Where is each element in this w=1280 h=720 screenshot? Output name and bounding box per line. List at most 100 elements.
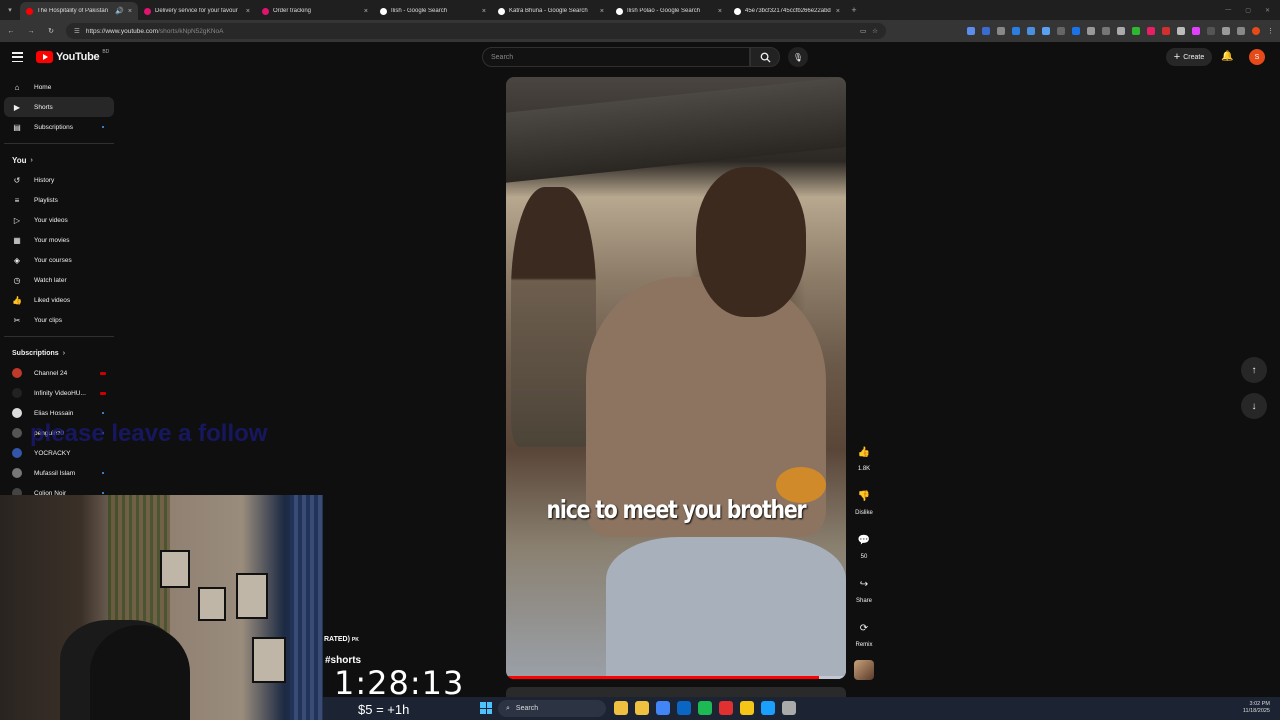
extension-icon[interactable] xyxy=(1207,27,1215,35)
sidebar-item-label: Infinity VideoHU... xyxy=(34,389,86,397)
create-button[interactable]: + Create xyxy=(1166,48,1212,66)
sidebar-item-home[interactable]: ⌂ Home xyxy=(4,77,114,97)
close-window-icon[interactable]: ✕ xyxy=(1265,7,1270,14)
sidebar-item-subscriptions[interactable]: ▤ Subscriptions xyxy=(4,117,114,137)
site-info-icon[interactable]: ☰ xyxy=(74,27,80,35)
shorts-video-player[interactable]: nice to meet you brother xyxy=(506,77,846,679)
extensions-puzzle-icon[interactable] xyxy=(1222,27,1230,35)
taskbar-clock[interactable]: 3:02 PM 11/18/2025 xyxy=(1243,701,1270,715)
remix-button[interactable]: ⟳ Remix xyxy=(851,616,877,660)
side-panel-icon[interactable] xyxy=(1237,27,1245,35)
taskbar-app-icon[interactable] xyxy=(782,701,796,715)
browser-tab[interactable]: The Hospitality of Pakistan 🔊 × xyxy=(20,2,138,20)
sidebar-section-subscriptions[interactable]: Subscriptions › xyxy=(4,343,114,363)
mute-tab-icon[interactable]: 🔊 xyxy=(115,7,124,15)
taskbar-app-icon[interactable] xyxy=(677,701,691,715)
taskbar-search[interactable]: ⌕ Search xyxy=(498,700,606,717)
sidebar-item-playlists[interactable]: ≡ Playlists xyxy=(4,190,114,210)
close-tab-icon[interactable]: × xyxy=(364,8,368,15)
close-tab-icon[interactable]: × xyxy=(128,8,132,15)
video-progress-bar[interactable] xyxy=(506,676,846,679)
sidebar-item-your-movies[interactable]: ▦ Your movies xyxy=(4,230,114,250)
browser-tab[interactable]: 45e73bcf321745ccfb266e22abd × xyxy=(728,2,846,20)
streamer-webcam xyxy=(0,495,323,720)
like-button[interactable]: 👍 1.8K xyxy=(851,440,877,484)
extension-icon[interactable] xyxy=(1042,27,1050,35)
notifications-bell-icon[interactable]: 🔔 xyxy=(1221,51,1233,62)
reload-icon[interactable]: ↻ xyxy=(46,27,56,35)
extension-icon[interactable] xyxy=(1057,27,1065,35)
search-button[interactable] xyxy=(750,47,780,67)
sidebar-item-your-videos[interactable]: ▷ Your videos xyxy=(4,210,114,230)
share-button[interactable]: ↪ Share xyxy=(851,572,877,616)
back-icon[interactable]: ← xyxy=(6,28,16,35)
comments-button[interactable]: 💬 50 xyxy=(851,528,877,572)
next-short-preview[interactable] xyxy=(506,687,846,697)
sound-thumbnail[interactable] xyxy=(854,660,874,680)
channel-avatar xyxy=(12,388,22,398)
browser-tab[interactable]: Delivery service for your favour × xyxy=(138,2,256,20)
bookmark-star-icon[interactable]: ☆ xyxy=(872,27,878,35)
sidebar-item-liked-videos[interactable]: 👍 Liked videos xyxy=(4,290,114,310)
voice-search-button[interactable]: 🎙 xyxy=(788,47,808,67)
tab-search-icon[interactable]: ▾ xyxy=(0,0,20,20)
search-input[interactable]: Search xyxy=(482,47,750,67)
browser-tab[interactable]: Ilish Polao - Google Search × xyxy=(610,2,728,20)
close-tab-icon[interactable]: × xyxy=(836,8,840,15)
browser-menu-icon[interactable]: ⋮ xyxy=(1267,27,1274,35)
maximize-icon[interactable]: ▢ xyxy=(1245,7,1251,14)
browser-tab[interactable]: Katra Bhuna - Google Search × xyxy=(492,2,610,20)
sidebar-item-channel-24[interactable]: Channel 24 xyxy=(4,363,114,383)
taskbar-app-icon[interactable] xyxy=(761,701,775,715)
sidebar-item-infinity-videohu[interactable]: Infinity VideoHU... xyxy=(4,383,114,403)
taskbar-app-icon[interactable] xyxy=(656,701,670,715)
previous-short-button[interactable]: ↑ xyxy=(1241,357,1267,383)
profile-icon[interactable] xyxy=(1252,27,1260,35)
taskbar-app-icon[interactable] xyxy=(719,701,733,715)
extension-icon[interactable] xyxy=(967,27,975,35)
url-bar[interactable]: ☰ https://www.youtube.com/shorts/kNpN52g… xyxy=(66,23,886,39)
sidebar-item-mufassil-islam[interactable]: Mufassil Islam xyxy=(4,463,114,483)
extension-icon[interactable] xyxy=(982,27,990,35)
sidebar-item-your-clips[interactable]: ✂ Your clips xyxy=(4,310,114,330)
extension-icon[interactable] xyxy=(1192,27,1200,35)
sidebar-item-shorts[interactable]: ▶ Shorts xyxy=(4,97,114,117)
extension-icon[interactable] xyxy=(1147,27,1155,35)
taskbar-app-icon[interactable] xyxy=(635,701,649,715)
sidebar-section-you[interactable]: You › xyxy=(4,150,114,170)
extension-icon[interactable] xyxy=(1087,27,1095,35)
sidebar-item-label: Your videos xyxy=(34,216,68,224)
forward-icon[interactable]: → xyxy=(26,28,36,35)
taskbar-app-icon[interactable] xyxy=(740,701,754,715)
minimize-icon[interactable]: — xyxy=(1225,7,1231,14)
extension-icon[interactable] xyxy=(1012,27,1020,35)
extension-icon[interactable] xyxy=(1177,27,1185,35)
cast-icon[interactable]: ▭ xyxy=(860,27,866,35)
extension-icon[interactable] xyxy=(1117,27,1125,35)
browser-tab[interactable]: Order tracking × xyxy=(256,2,374,20)
new-tab-button[interactable]: + xyxy=(846,5,862,15)
close-tab-icon[interactable]: × xyxy=(600,8,604,15)
extension-icon[interactable] xyxy=(1072,27,1080,35)
dislike-button[interactable]: 👎 Dislike xyxy=(851,484,877,528)
account-avatar[interactable]: S xyxy=(1249,49,1265,65)
windows-start-icon[interactable] xyxy=(480,702,492,714)
chevron-right-icon: › xyxy=(62,349,66,357)
sidebar-item-your-courses[interactable]: ◈ Your courses xyxy=(4,250,114,270)
taskbar-app-icon[interactable] xyxy=(698,701,712,715)
close-tab-icon[interactable]: × xyxy=(246,8,250,15)
extension-icon[interactable] xyxy=(1027,27,1035,35)
close-tab-icon[interactable]: × xyxy=(718,8,722,15)
menu-icon[interactable] xyxy=(12,52,23,62)
extension-icon[interactable] xyxy=(1132,27,1140,35)
browser-tab[interactable]: Ilish - Google Search × xyxy=(374,2,492,20)
sidebar-item-history[interactable]: ↺ History xyxy=(4,170,114,190)
sidebar-item-watch-later[interactable]: ◷ Watch later xyxy=(4,270,114,290)
youtube-logo[interactable]: YouTube BD xyxy=(36,49,109,63)
next-short-button[interactable]: ↓ xyxy=(1241,393,1267,419)
taskbar-app-icon[interactable] xyxy=(614,701,628,715)
extension-icon[interactable] xyxy=(997,27,1005,35)
extension-icon[interactable] xyxy=(1102,27,1110,35)
extension-icon[interactable] xyxy=(1162,27,1170,35)
close-tab-icon[interactable]: × xyxy=(482,8,486,15)
